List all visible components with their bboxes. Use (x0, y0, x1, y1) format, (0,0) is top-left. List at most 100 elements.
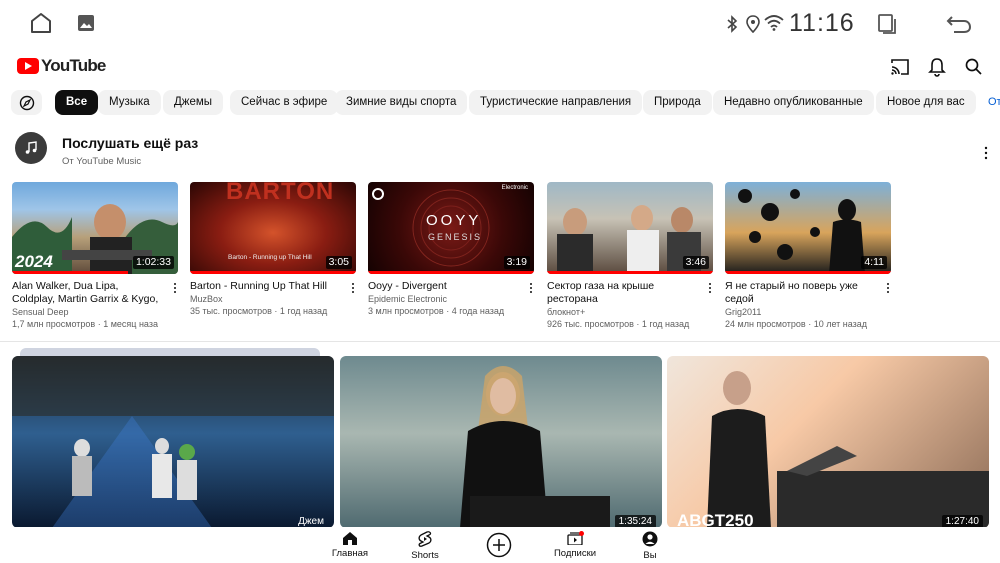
video-thumbnail[interactable]: 2024 1:02:33 (12, 182, 178, 274)
chip-recently-uploaded[interactable]: Недавно опубликованные (713, 90, 874, 115)
more-vert-icon[interactable] (350, 282, 356, 294)
section-title: Послушать ещё раз (62, 135, 199, 151)
chip-nature[interactable]: Природа (643, 90, 712, 115)
youtube-music-avatar (15, 132, 47, 164)
nav-you[interactable]: Вы (620, 531, 680, 561)
location-icon (746, 15, 760, 33)
channel-name[interactable]: Grig2011 (725, 306, 891, 318)
you-avatar-icon (642, 531, 658, 547)
video-thumbnail[interactable]: 4:11 (725, 182, 891, 274)
thumbnail-title-text: OOYY (426, 212, 482, 229)
nav-subscriptions[interactable]: Подписки (545, 531, 605, 559)
wifi-icon (764, 15, 784, 31)
genre-badge: Electronic (501, 185, 528, 191)
video-card[interactable]: 3:46 Сектор газа на крыше ресторана блок… (547, 182, 713, 330)
nav-shorts[interactable]: Shorts (395, 531, 455, 561)
more-vert-icon[interactable] (707, 282, 713, 294)
status-clock: 11:16 (789, 9, 855, 37)
recents-icon[interactable] (876, 13, 898, 35)
youtube-logo[interactable]: YouTube (17, 56, 106, 76)
section-subtitle: От YouTube Music (62, 156, 142, 167)
chip-live[interactable]: Сейчас в эфире (230, 90, 339, 115)
channel-name[interactable]: MuzBox (190, 293, 356, 305)
video-title[interactable]: Barton - Running Up That Hill (190, 280, 356, 293)
section-divider (0, 341, 1000, 342)
app-header: YouTube (0, 48, 1000, 86)
watch-progress-bar (12, 271, 129, 274)
video-duration: 3:05 (325, 256, 352, 269)
video-title[interactable]: Alan Walker, Dua Lipa, Coldplay, Martin … (12, 280, 178, 306)
music-note-icon (25, 141, 37, 154)
cast-icon[interactable] (889, 56, 911, 78)
shorts-icon (418, 531, 432, 547)
video-card[interactable]: 2024 1:02:33 Alan Walker, Dua Lipa, Cold… (12, 182, 178, 330)
watch-progress-bar (368, 271, 534, 274)
home-filled-icon (343, 532, 357, 545)
video-card[interactable]: BARTON Barton - Running up That Hill 3:0… (190, 182, 356, 317)
watch-progress-bar (190, 271, 356, 274)
logo-text: YouTube (41, 56, 106, 75)
listen-again-header: Послушать ещё раз От YouTube Music (0, 128, 1000, 172)
more-vert-icon[interactable] (982, 146, 990, 160)
channel-name[interactable]: Epidemic Electronic (368, 293, 534, 305)
large-video-thumbnail[interactable]: 1:35:24 (340, 356, 662, 528)
more-vert-icon[interactable] (172, 282, 178, 294)
nav-you-label: Вы (643, 550, 657, 561)
bluetooth-icon (727, 15, 738, 33)
bell-icon[interactable] (926, 56, 948, 78)
chip-music[interactable]: Музыка (98, 90, 161, 115)
youtube-play-icon (17, 58, 39, 74)
video-stats: 24 млн просмотров · 10 лет назад (725, 319, 868, 329)
more-vert-icon[interactable] (885, 282, 891, 294)
video-duration: 4:11 (861, 256, 887, 269)
thumbnail-art (12, 356, 334, 528)
explore-button[interactable] (11, 90, 42, 115)
chip-new-to-you[interactable]: Новое для вас (876, 90, 976, 115)
thumbnail-overlay-text: ABGT250 (677, 511, 754, 528)
thumbnail-subtitle-text: GENESIS (428, 232, 483, 242)
channel-name[interactable]: Sensual Deep (12, 306, 178, 318)
channel-name[interactable]: блокнот+ (547, 306, 713, 318)
system-status-bar: 11:16 (0, 0, 1000, 48)
nav-shorts-label: Shorts (411, 550, 439, 561)
chip-all[interactable]: Все (55, 90, 99, 115)
compass-icon (19, 95, 34, 110)
create-icon (486, 532, 512, 558)
thumbnail-art (707, 371, 989, 528)
video-duration: 3:19 (503, 256, 530, 269)
gallery-icon[interactable] (76, 13, 96, 33)
video-card[interactable]: 4:11 Я не старый но поверь уже седой Gri… (725, 182, 891, 330)
home-icon[interactable] (28, 10, 54, 36)
chip-travel[interactable]: Туристические направления (469, 90, 643, 115)
large-video-thumbnail[interactable]: ABGT250 1:27:40 (667, 356, 989, 528)
video-thumbnail[interactable]: 3:46 (547, 182, 713, 274)
filter-chips-bar: Все Музыка Джемы Сейчас в эфире Зимние в… (0, 90, 1000, 116)
thumbnail-caption: Barton - Running up That Hill (228, 254, 312, 261)
large-video-thumbnail[interactable]: Джем (12, 356, 334, 528)
video-thumbnail[interactable]: BARTON Barton - Running up That Hill 3:0… (190, 182, 356, 274)
search-icon[interactable] (963, 56, 985, 78)
watch-progress-bar (547, 271, 713, 274)
more-vert-icon[interactable] (528, 282, 534, 294)
video-stats: 3 млн просмотров · 4 года назад (368, 306, 505, 316)
video-stats: 926 тыс. просмотров · 1 год назад (547, 319, 690, 329)
video-title[interactable]: Я не старый но поверь уже седой (725, 280, 891, 306)
back-icon[interactable] (946, 13, 972, 35)
nav-home[interactable]: Главная (320, 531, 380, 559)
video-title[interactable]: Сектор газа на крыше ресторана (547, 280, 713, 306)
nav-home-label: Главная (331, 548, 369, 559)
video-stats: 1,7 млн просмотров · 1 месяц наза (12, 319, 158, 329)
watch-progress-bar (725, 271, 891, 274)
chip-overflow-text[interactable]: От (988, 90, 1000, 115)
video-card[interactable]: OOYY GENESIS Electronic 3:19 Ooyy - Dive… (368, 182, 534, 317)
nav-subscriptions-label: Подписки (553, 548, 597, 559)
chip-winter-sports[interactable]: Зимние виды спорта (335, 90, 468, 115)
chip-jams[interactable]: Джемы (163, 90, 224, 115)
bottom-navigation: Главная Shorts Подписки Вы (0, 527, 1000, 563)
video-thumbnail[interactable]: OOYY GENESIS Electronic 3:19 (368, 182, 534, 274)
thumbnail-overlay-text: 2024 (15, 252, 53, 271)
video-title[interactable]: Ooyy - Divergent (368, 280, 534, 293)
video-stats: 35 тыс. просмотров · 1 год назад (190, 306, 328, 316)
thumbnail-overlay-text: BARTON (226, 182, 335, 205)
nav-create[interactable] (469, 532, 529, 558)
